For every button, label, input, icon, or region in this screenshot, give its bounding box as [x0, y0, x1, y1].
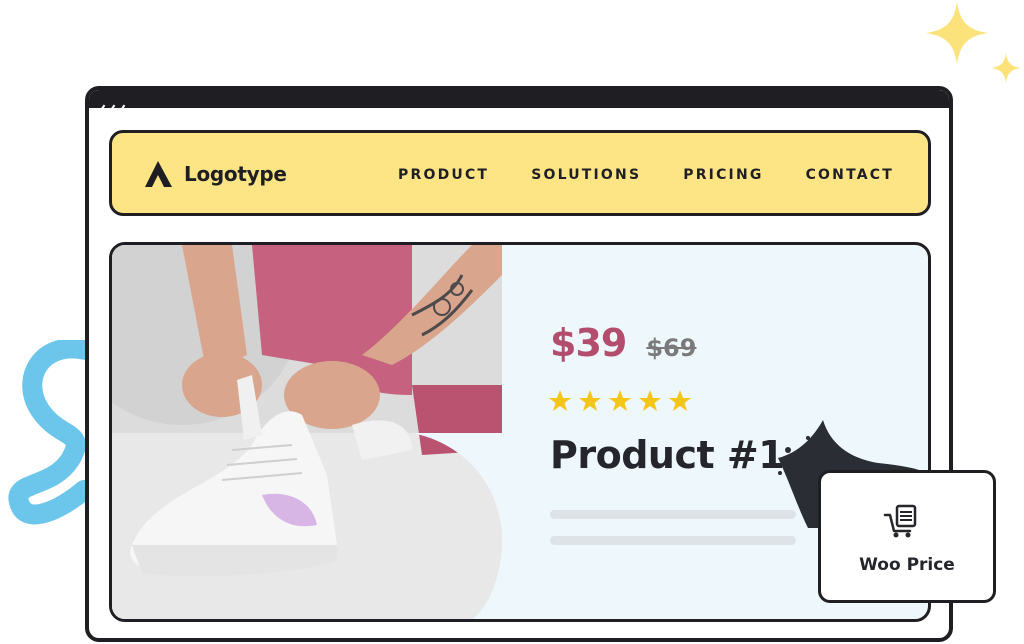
- cart-list-icon: [883, 504, 917, 538]
- nav-link-contact[interactable]: CONTACT: [806, 167, 894, 183]
- widget-label: Woo Price: [859, 555, 955, 575]
- description-placeholder-line: [550, 536, 796, 545]
- woo-price-widget[interactable]: Woo Price: [818, 470, 996, 603]
- logo-text: Logotype: [184, 162, 287, 186]
- sparkle-small-icon: [991, 53, 1021, 83]
- window-controls[interactable]: [99, 94, 129, 113]
- sparkle-large-icon: [926, 2, 988, 64]
- star-icon: [669, 390, 691, 411]
- nav-link-product[interactable]: PRODUCT: [398, 167, 489, 183]
- star-icon: [549, 390, 571, 411]
- star-icon: [639, 390, 661, 411]
- logo[interactable]: Logotype: [144, 159, 287, 189]
- star-icon: [609, 390, 631, 411]
- logo-mark-icon: [145, 161, 172, 187]
- nav-link-pricing[interactable]: PRICING: [683, 167, 763, 183]
- blue-squiggle-decoration: [8, 340, 90, 525]
- browser-title-bar: [89, 90, 949, 112]
- description-placeholder-line: [550, 510, 796, 519]
- price-current: $39: [550, 321, 627, 365]
- product-image: [112, 245, 502, 619]
- site-header: Logotype PRODUCT SOLUTIONS PRICING CONTA…: [109, 130, 931, 216]
- nav-link-solutions[interactable]: SOLUTIONS: [531, 167, 641, 183]
- product-title: Product #1: [550, 433, 785, 477]
- rating-stars: [548, 389, 698, 413]
- star-icon: [579, 390, 601, 411]
- price-old: $69: [646, 334, 697, 362]
- nav-menu: PRODUCT SOLUTIONS PRICING CONTACT: [356, 167, 894, 183]
- price-row: $39 $69: [550, 321, 696, 365]
